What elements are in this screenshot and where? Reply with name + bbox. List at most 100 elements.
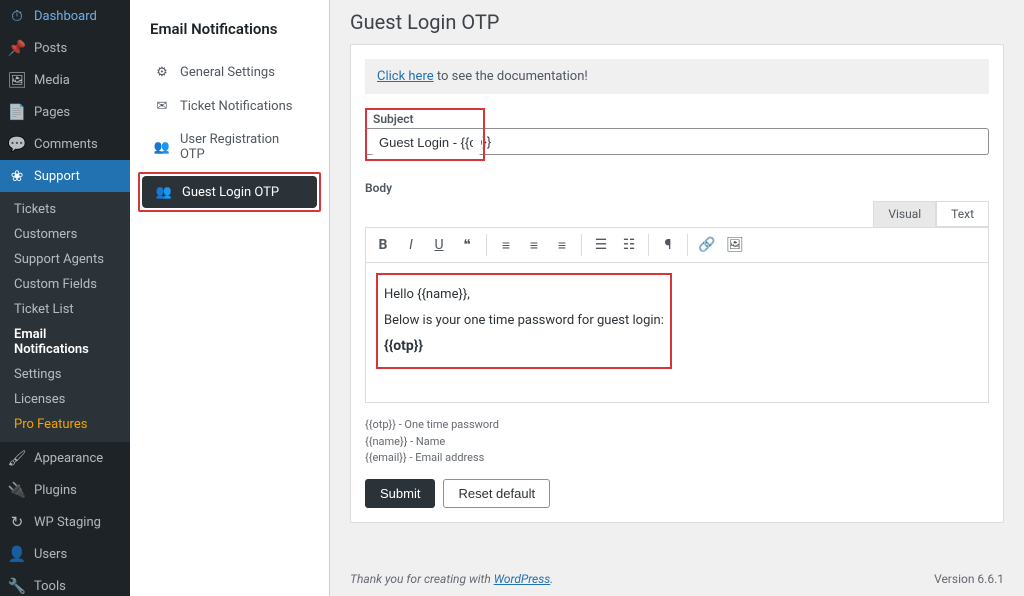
image-button[interactable]: 🖼 <box>722 232 748 258</box>
helper-name: {{name}} - Name <box>365 434 989 451</box>
helper-email: {{email}} - Email address <box>365 450 989 467</box>
align-left-button[interactable]: ≡ <box>493 232 519 258</box>
dashboard-icon: ⏱ <box>8 7 26 25</box>
highlight-box-sidebar: 👥 Guest Login OTP <box>138 172 321 212</box>
sidebar-item-label: Tools <box>34 579 66 594</box>
sidebar-item-plugins[interactable]: 🔌 Plugins <box>0 474 130 506</box>
sidebar-item-label: Comments <box>34 137 98 152</box>
page-title: Guest Login OTP <box>350 10 1004 34</box>
tab-visual[interactable]: Visual <box>873 201 936 227</box>
main-content: Guest Login OTP Click here to see the do… <box>330 0 1024 596</box>
support-icon: ❀ <box>8 167 26 185</box>
settings-item-general[interactable]: ⚙ General Settings <box>140 56 319 88</box>
reset-default-button[interactable]: Reset default <box>443 479 550 508</box>
settings-sidebar-title: Email Notifications <box>130 12 329 54</box>
editor-body[interactable]: Hello {{name}}, Below is your one time p… <box>365 263 989 403</box>
sidebar-item-label: Plugins <box>34 483 77 498</box>
staging-icon: ↻ <box>8 513 26 531</box>
settings-item-label: User Registration OTP <box>180 132 305 162</box>
sidebar-item-posts[interactable]: 📌 Posts <box>0 32 130 64</box>
appearance-icon: 🖌 <box>8 449 26 467</box>
plugins-icon: 🔌 <box>8 481 26 499</box>
sidebar-item-users[interactable]: 👤 Users <box>0 538 130 570</box>
helper-otp: {{otp}} - One time password <box>365 417 989 434</box>
align-right-button[interactable]: ≡ <box>549 232 575 258</box>
users-icon: 👤 <box>8 545 26 563</box>
pages-icon: 📄 <box>8 103 26 121</box>
tools-icon: 🔧 <box>8 577 26 595</box>
body-label: Body <box>365 181 989 195</box>
submit-button[interactable]: Submit <box>365 479 435 508</box>
underline-button[interactable]: U <box>426 232 452 258</box>
sidebar-item-label: Pages <box>34 105 70 120</box>
link-button[interactable]: 🔗 <box>694 232 720 258</box>
sidebar-submenu-support: Tickets Customers Support Agents Custom … <box>0 192 130 442</box>
highlight-box-subject: Subject <box>365 108 485 161</box>
envelope-icon: ✉ <box>154 98 170 114</box>
editor-otp: {{otp}} <box>384 336 664 357</box>
settings-item-ticket-notifications[interactable]: ✉ Ticket Notifications <box>140 90 319 122</box>
sidebar-sub-agents[interactable]: Support Agents <box>0 247 130 272</box>
media-icon: 🖼 <box>8 71 26 89</box>
tab-text[interactable]: Text <box>936 201 989 227</box>
blockquote-button[interactable]: ❝ <box>454 232 480 258</box>
paragraph-button[interactable]: ¶ <box>655 232 681 258</box>
documentation-banner: Click here to see the documentation! <box>365 59 989 94</box>
numbered-list-button[interactable]: ☷ <box>616 232 642 258</box>
highlight-box-body: Hello {{name}}, Below is your one time p… <box>376 273 672 369</box>
sidebar-item-tools[interactable]: 🔧 Tools <box>0 570 130 596</box>
sidebar-item-dashboard[interactable]: ⏱ Dashboard <box>0 0 130 32</box>
sidebar-item-label: Appearance <box>34 451 103 466</box>
sidebar-sub-tickets[interactable]: Tickets <box>0 197 130 222</box>
users-otp-icon: 👥 <box>154 139 170 155</box>
sidebar-sub-customers[interactable]: Customers <box>0 222 130 247</box>
settings-item-label: Ticket Notifications <box>180 99 292 114</box>
align-center-button[interactable]: ≡ <box>521 232 547 258</box>
admin-footer: Thank you for creating with WordPress. V… <box>350 548 1004 586</box>
documentation-suffix: to see the documentation! <box>434 69 588 84</box>
sidebar-item-wp-staging[interactable]: ↻ WP Staging <box>0 506 130 538</box>
bold-button[interactable]: B <box>370 232 396 258</box>
sliders-icon: ⚙ <box>154 64 170 80</box>
settings-item-guest-login-otp[interactable]: 👥 Guest Login OTP <box>142 176 317 208</box>
placeholder-helpers: {{otp}} - One time password {{name}} - N… <box>365 417 989 467</box>
sidebar-item-appearance[interactable]: 🖌 Appearance <box>0 442 130 474</box>
sidebar-sub-licenses[interactable]: Licenses <box>0 387 130 412</box>
documentation-link[interactable]: Click here <box>377 69 434 84</box>
sidebar-item-label: Users <box>34 547 67 562</box>
sidebar-item-label: Media <box>34 73 70 88</box>
settings-item-label: Guest Login OTP <box>182 185 279 200</box>
settings-item-label: General Settings <box>180 65 275 80</box>
italic-button[interactable]: I <box>398 232 424 258</box>
pin-icon: 📌 <box>8 39 26 57</box>
sidebar-item-support[interactable]: ❀ Support <box>0 160 130 192</box>
sidebar-item-media[interactable]: 🖼 Media <box>0 64 130 96</box>
bullet-list-button[interactable]: ☰ <box>588 232 614 258</box>
subject-label: Subject <box>369 112 481 126</box>
settings-sidebar: Email Notifications ⚙ General Settings ✉… <box>130 0 330 596</box>
sidebar-item-label: Support <box>34 169 80 184</box>
wp-admin-sidebar: ⏱ Dashboard 📌 Posts 🖼 Media 📄 Pages 💬 Co… <box>0 0 130 596</box>
editor-line: Below is your one time password for gues… <box>384 311 664 331</box>
subject-input[interactable] <box>371 130 481 155</box>
sidebar-item-label: WP Staging <box>34 515 101 530</box>
settings-card: Click here to see the documentation! Sub… <box>350 44 1004 523</box>
button-row: Submit Reset default <box>365 479 989 508</box>
sidebar-item-pages[interactable]: 📄 Pages <box>0 96 130 128</box>
editor-tabs: Visual Text <box>365 201 989 227</box>
body-section: Body Visual Text B I U ❝ ≡ ≡ ≡ ☰ ☷ <box>365 181 989 403</box>
sidebar-sub-ticket-list[interactable]: Ticket List <box>0 297 130 322</box>
footer-version: Version 6.6.1 <box>934 572 1004 586</box>
sidebar-sub-email-notifications[interactable]: Email Notifications <box>0 322 130 362</box>
footer-credit: Thank you for creating with WordPress. <box>350 572 553 586</box>
editor-greeting: Hello {{name}}, <box>384 285 664 305</box>
sidebar-item-label: Dashboard <box>34 9 97 24</box>
sidebar-item-comments[interactable]: 💬 Comments <box>0 128 130 160</box>
sidebar-sub-settings[interactable]: Settings <box>0 362 130 387</box>
sidebar-sub-pro-features[interactable]: Pro Features <box>0 412 130 437</box>
guest-otp-icon: 👥 <box>156 184 172 200</box>
wordpress-link[interactable]: WordPress <box>494 572 551 586</box>
sidebar-sub-custom-fields[interactable]: Custom Fields <box>0 272 130 297</box>
subject-section: Subject <box>365 108 989 161</box>
settings-item-user-registration-otp[interactable]: 👥 User Registration OTP <box>140 124 319 170</box>
